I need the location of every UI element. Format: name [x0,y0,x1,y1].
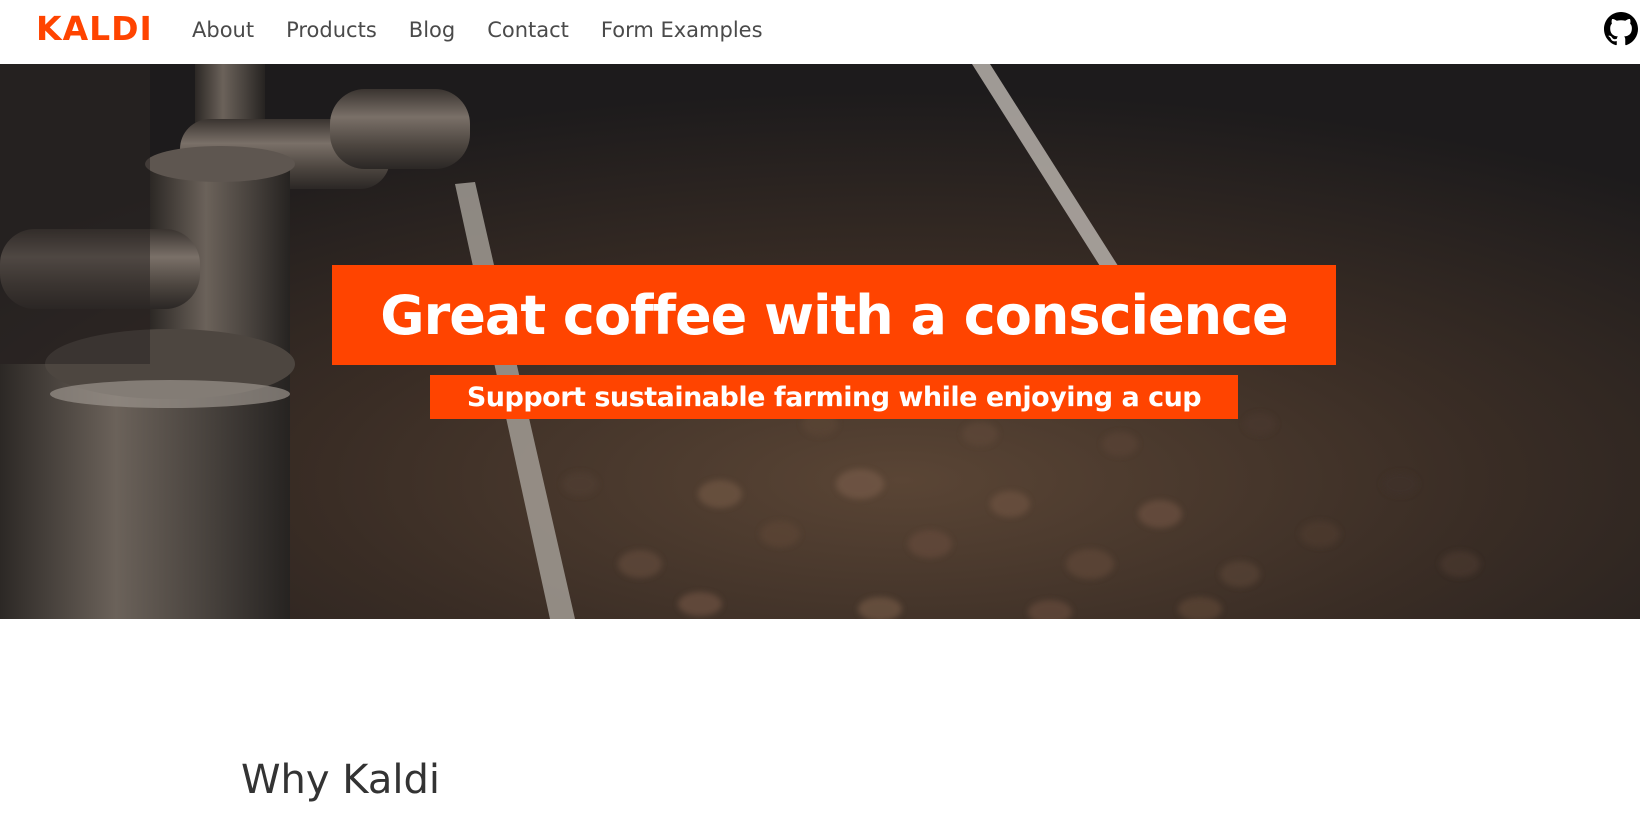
navbar: KALDI About Products Blog Contact Form E… [0,0,1640,64]
hero-title: Great coffee with a conscience [380,283,1288,347]
nav-link-products[interactable]: Products [270,0,393,60]
nav-link-about[interactable]: About [176,0,270,60]
hero-subtitle-box: Support sustainable farming while enjoyi… [430,375,1238,419]
github-icon [1604,12,1638,46]
hero-banner: Great coffee with a conscience Support s… [0,64,1640,619]
hero-subtitle: Support sustainable farming while enjoyi… [466,381,1202,413]
nav-links: About Products Blog Contact Form Example… [176,0,779,60]
nav-link-blog[interactable]: Blog [393,0,471,60]
github-link[interactable] [1604,12,1638,46]
kaldi-logo-link[interactable]: KALDI [36,8,160,48]
svg-text:KALDI: KALDI [36,10,153,46]
nav-link-form-examples[interactable]: Form Examples [585,0,779,60]
kaldi-logo: KALDI [36,10,153,46]
nav-link-contact[interactable]: Contact [471,0,585,60]
section-heading-why-kaldi: Why Kaldi [241,757,440,803]
hero-title-box: Great coffee with a conscience [332,265,1336,365]
